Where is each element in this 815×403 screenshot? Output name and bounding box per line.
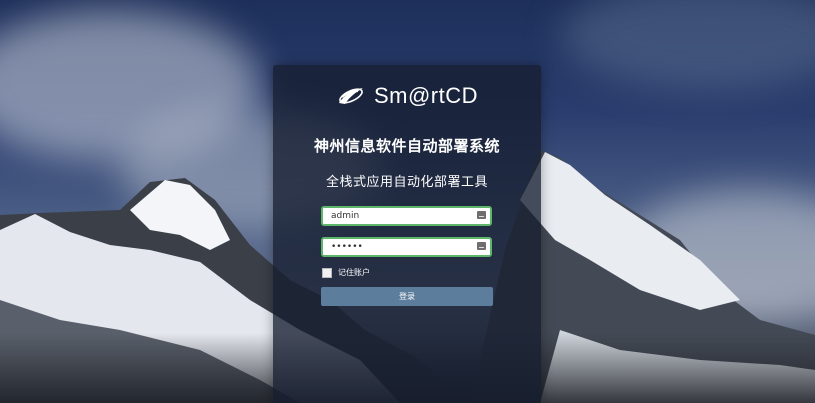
smartcd-swoosh-icon — [338, 88, 363, 104]
page-subtitle: 全栈式应用自动化部署工具 — [325, 175, 488, 190]
logo-text: Sm@rtCD — [373, 83, 479, 108]
keyboard-icon[interactable] — [477, 242, 486, 250]
password-field[interactable] — [321, 237, 492, 257]
username-input[interactable] — [323, 209, 471, 223]
login-button[interactable]: 登录 — [321, 287, 493, 306]
remember-checkbox[interactable] — [322, 267, 332, 278]
username-field[interactable] — [321, 206, 492, 226]
remember-account[interactable]: 记住账户 — [322, 267, 370, 278]
logo: Sm@rtCD — [273, 81, 541, 111]
keyboard-icon[interactable] — [477, 211, 486, 219]
password-input[interactable] — [323, 240, 471, 254]
page-title: 神州信息软件自动部署系统 — [313, 137, 500, 155]
remember-label: 记住账户 — [338, 268, 370, 277]
login-panel: Sm@rtCD 神州信息软件自动部署系统 全栈式应用自动化部署工具 记住账户 登… — [273, 65, 541, 403]
